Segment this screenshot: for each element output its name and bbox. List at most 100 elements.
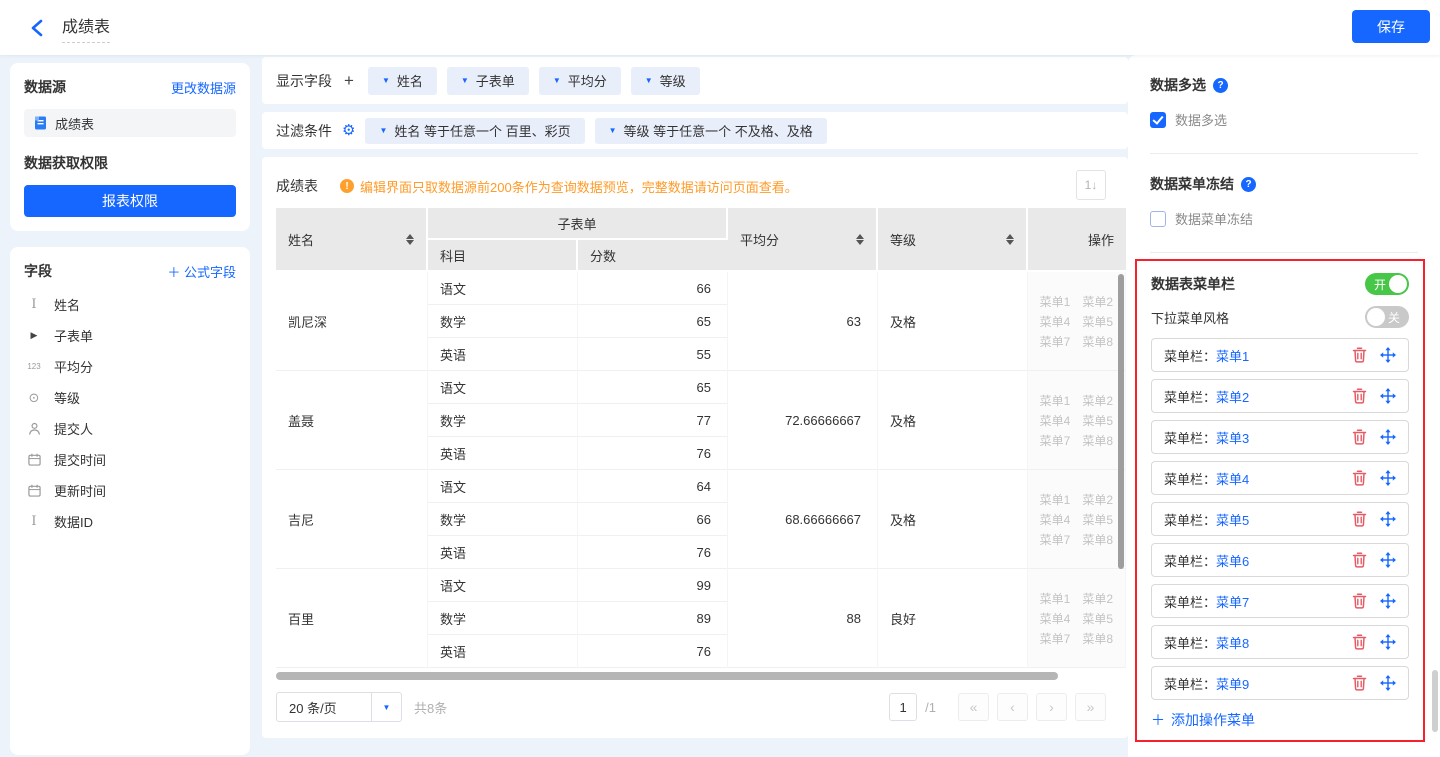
menu-bar-toggle-on[interactable]: 开: [1365, 273, 1409, 295]
page-number-input[interactable]: 1: [889, 693, 917, 721]
col-header-name[interactable]: 姓名: [276, 208, 428, 272]
move-icon[interactable]: [1380, 388, 1396, 404]
back-button[interactable]: [26, 17, 48, 39]
row-menu-link[interactable]: 菜单8: [1082, 432, 1113, 449]
sort-toggle-icon[interactable]: [856, 234, 864, 245]
row-menu-link[interactable]: 菜单7: [1040, 630, 1071, 647]
display-chip-name[interactable]: ▼姓名: [368, 67, 437, 95]
table-row[interactable]: 百里 语文 99 88 良好 菜单1菜单2 菜单4菜单5 菜单7菜单8: [276, 569, 1126, 602]
row-menu-link[interactable]: 菜单5: [1082, 511, 1113, 528]
table-row[interactable]: 吉尼 语文 64 68.66666667 及格 菜单1菜单2 菜单4菜单5 菜单…: [276, 470, 1126, 503]
move-icon[interactable]: [1380, 593, 1396, 609]
menu-freeze-checkbox-row[interactable]: 数据菜单冻结: [1150, 209, 1418, 228]
menu-item-name[interactable]: 菜单1: [1216, 346, 1249, 365]
move-icon[interactable]: [1380, 470, 1396, 486]
row-menu-link[interactable]: 菜单7: [1040, 333, 1071, 350]
add-action-menu-link[interactable]: ＋ 添加操作菜单: [1151, 710, 1255, 730]
menu-bar-item[interactable]: 菜单栏：菜单5: [1151, 502, 1409, 536]
table-horizontal-scrollbar[interactable]: [276, 672, 1058, 680]
add-formula-field-link[interactable]: ＋ 公式字段: [167, 262, 236, 281]
first-page-button[interactable]: «: [958, 693, 989, 721]
row-menu-link[interactable]: 菜单5: [1082, 412, 1113, 429]
move-icon[interactable]: [1380, 429, 1396, 445]
change-datasource-link[interactable]: 更改数据源: [171, 78, 236, 97]
row-menu-link[interactable]: 菜单2: [1082, 392, 1113, 409]
field-item-submit-time[interactable]: 提交时间: [24, 444, 236, 475]
trash-icon[interactable]: [1352, 593, 1367, 609]
display-chip-subform[interactable]: ▼子表单: [447, 67, 529, 95]
row-menu-link[interactable]: 菜单7: [1040, 432, 1071, 449]
display-chip-average[interactable]: ▼平均分: [539, 67, 621, 95]
prev-page-button[interactable]: ‹: [997, 693, 1028, 721]
checkbox-checked-icon[interactable]: [1150, 112, 1166, 128]
field-item-name[interactable]: I 姓名: [24, 289, 236, 320]
trash-icon[interactable]: [1352, 347, 1367, 363]
page-title[interactable]: 成绩表: [62, 13, 110, 43]
menu-bar-item[interactable]: 菜单栏：菜单4: [1151, 461, 1409, 495]
trash-icon[interactable]: [1352, 675, 1367, 691]
menu-item-name[interactable]: 菜单9: [1216, 674, 1249, 693]
table-row[interactable]: 凯尼深 语文 66 63 及格 菜单1菜单2 菜单4菜单5 菜单7菜单8: [276, 272, 1126, 305]
col-header-grade[interactable]: 等级: [878, 208, 1028, 272]
row-menu-link[interactable]: 菜单2: [1082, 293, 1113, 310]
menu-bar-item[interactable]: 菜单栏：菜单1: [1151, 338, 1409, 372]
last-page-button[interactable]: »: [1075, 693, 1106, 721]
filter-chip-name[interactable]: ▼姓名 等于任意一个 百里、彩页: [365, 118, 584, 144]
menu-bar-item[interactable]: 菜单栏：菜单2: [1151, 379, 1409, 413]
row-menu-link[interactable]: 菜单8: [1082, 333, 1113, 350]
menu-bar-item[interactable]: 菜单栏：菜单3: [1151, 420, 1409, 454]
row-menu-link[interactable]: 菜单1: [1040, 491, 1071, 508]
row-menu-link[interactable]: 菜单4: [1040, 511, 1071, 528]
field-item-update-time[interactable]: 更新时间: [24, 475, 236, 506]
menu-bar-item[interactable]: 菜单栏：菜单8: [1151, 625, 1409, 659]
row-menu-link[interactable]: 菜单4: [1040, 610, 1071, 627]
field-item-grade[interactable]: ⊙ 等级: [24, 382, 236, 413]
move-icon[interactable]: [1380, 634, 1396, 650]
row-menu-link[interactable]: 菜单7: [1040, 531, 1071, 548]
table-row[interactable]: 盖聂 语文 65 72.66666667 及格 菜单1菜单2 菜单4菜单5 菜单…: [276, 371, 1126, 404]
sort-toggle-icon[interactable]: [406, 234, 414, 245]
next-page-button[interactable]: ›: [1036, 693, 1067, 721]
field-item-subform[interactable]: ▶ 子表单: [24, 320, 236, 351]
row-menu-link[interactable]: 菜单5: [1082, 313, 1113, 330]
move-icon[interactable]: [1380, 675, 1396, 691]
row-menu-link[interactable]: 菜单2: [1082, 491, 1113, 508]
row-menu-link[interactable]: 菜单8: [1082, 630, 1113, 647]
sort-toggle-icon[interactable]: [1006, 234, 1014, 245]
gear-icon[interactable]: ⚙: [342, 123, 355, 138]
move-icon[interactable]: [1380, 347, 1396, 363]
datasource-item[interactable]: 成绩表: [24, 109, 236, 137]
move-icon[interactable]: [1380, 511, 1396, 527]
field-item-average[interactable]: 123 平均分: [24, 351, 236, 382]
row-menu-link[interactable]: 菜单4: [1040, 412, 1071, 429]
report-permission-button[interactable]: 报表权限: [24, 185, 236, 217]
menu-item-name[interactable]: 菜单2: [1216, 387, 1249, 406]
row-menu-link[interactable]: 菜单2: [1082, 590, 1113, 607]
menu-item-name[interactable]: 菜单7: [1216, 592, 1249, 611]
trash-icon[interactable]: [1352, 470, 1367, 486]
table-vertical-scrollbar[interactable]: [1118, 274, 1124, 569]
trash-icon[interactable]: [1352, 429, 1367, 445]
save-button[interactable]: 保存: [1352, 10, 1430, 43]
filter-chip-grade[interactable]: ▼等级 等于任意一个 不及格、及格: [595, 118, 827, 144]
help-icon[interactable]: ?: [1241, 177, 1256, 192]
row-menu-link[interactable]: 菜单1: [1040, 392, 1071, 409]
field-item-submitter[interactable]: 提交人: [24, 413, 236, 444]
menu-item-name[interactable]: 菜单3: [1216, 428, 1249, 447]
row-menu-link[interactable]: 菜单1: [1040, 293, 1071, 310]
trash-icon[interactable]: [1352, 388, 1367, 404]
menu-item-name[interactable]: 菜单4: [1216, 469, 1249, 488]
row-menu-link[interactable]: 菜单1: [1040, 590, 1071, 607]
panel-scrollbar[interactable]: [1432, 670, 1438, 732]
row-menu-link[interactable]: 菜单5: [1082, 610, 1113, 627]
menu-bar-item[interactable]: 菜单栏：菜单7: [1151, 584, 1409, 618]
default-sort-button[interactable]: 1↓: [1076, 170, 1106, 200]
col-header-average[interactable]: 平均分: [728, 208, 878, 272]
row-menu-link[interactable]: 菜单4: [1040, 313, 1071, 330]
trash-icon[interactable]: [1352, 634, 1367, 650]
field-item-data-id[interactable]: I 数据ID: [24, 506, 236, 537]
menu-bar-item[interactable]: 菜单栏：菜单9: [1151, 666, 1409, 700]
select-arrow-zone[interactable]: ▼: [371, 693, 401, 721]
trash-icon[interactable]: [1352, 511, 1367, 527]
multi-select-checkbox-row[interactable]: 数据多选: [1150, 110, 1418, 129]
